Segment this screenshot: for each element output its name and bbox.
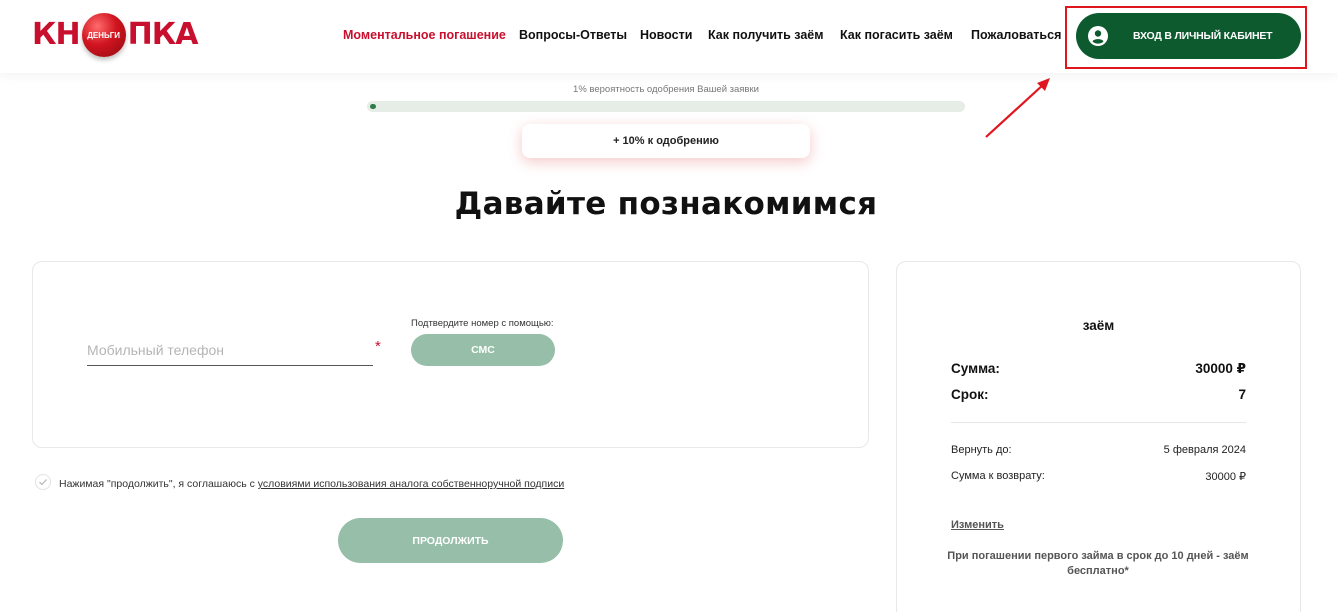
annotation-arrow-icon bbox=[985, 78, 1050, 138]
continue-button[interactable]: ПРОДОЛЖИТЬ bbox=[338, 518, 563, 563]
return-by-value: 5 февраля 2024 bbox=[1163, 444, 1246, 456]
required-mark: * bbox=[375, 338, 381, 355]
user-circle-icon bbox=[1088, 26, 1108, 46]
approval-progress-bar bbox=[367, 101, 965, 112]
nav-faq[interactable]: Вопросы-Ответы bbox=[519, 28, 627, 42]
term-label: Срок: bbox=[951, 387, 989, 402]
summary-return-date-row: Вернуть до: 5 февраля 2024 bbox=[951, 444, 1246, 456]
phone-input[interactable] bbox=[87, 336, 373, 364]
approval-bonus-card: + 10% к одобрению bbox=[522, 124, 810, 158]
change-loan-link[interactable]: Изменить bbox=[951, 519, 1004, 531]
agree-text: Нажимая "продолжить", я соглашаюсь с усл… bbox=[59, 478, 564, 490]
amount-value: 30000 ₽ bbox=[1195, 361, 1246, 376]
approval-progress-fill bbox=[370, 104, 376, 109]
agree-checkbox[interactable] bbox=[35, 474, 51, 490]
sms-button[interactable]: СМС bbox=[411, 334, 555, 366]
return-sum-value: 30000 ₽ bbox=[1205, 471, 1246, 483]
summary-amount-row: Сумма: 30000 ₽ bbox=[951, 361, 1246, 377]
page-title: Давайте познакомимся bbox=[454, 186, 878, 222]
nav-instant-repayment[interactable]: Моментальное погашение bbox=[343, 28, 506, 42]
summary-divider bbox=[951, 422, 1246, 423]
promo-text: При погашении первого займа в срок до 10… bbox=[947, 550, 1249, 578]
logo-ball: ДЕНЬГИ bbox=[81, 13, 126, 57]
agree-text-prefix: Нажимая "продолжить", я соглашаюсь с bbox=[59, 478, 258, 490]
amount-label: Сумма: bbox=[951, 361, 1000, 376]
summary-return-sum-row: Сумма к возврату: 30000 ₽ bbox=[951, 470, 1246, 483]
summary-title: заём bbox=[1082, 318, 1115, 333]
nav-news[interactable]: Новости bbox=[640, 28, 692, 42]
summary-term-row: Срок: 7 bbox=[951, 387, 1246, 402]
brand-logo[interactable]: КН ДЕНЬГИ ПКА bbox=[32, 13, 198, 57]
login-button[interactable]: ВХОД В ЛИЧНЫЙ КАБИНЕТ bbox=[1076, 13, 1301, 59]
return-by-label: Вернуть до: bbox=[951, 444, 1012, 456]
logo-text-left: КН bbox=[32, 17, 81, 52]
check-icon bbox=[39, 479, 47, 486]
logo-text-right: ПКА bbox=[127, 17, 199, 52]
logo-ball-text: ДЕНЬГИ bbox=[87, 30, 121, 40]
nav-how-to-repay[interactable]: Как погасить заём bbox=[840, 28, 953, 42]
confirm-method-label: Подтвердите номер с помощью: bbox=[411, 318, 554, 329]
term-value: 7 bbox=[1238, 387, 1246, 402]
agree-terms-link[interactable]: условиями использования аналога собствен… bbox=[258, 478, 564, 490]
phone-field bbox=[87, 336, 373, 366]
nav-complain[interactable]: Пожаловаться bbox=[971, 28, 1061, 42]
nav-how-to-get-loan[interactable]: Как получить заём bbox=[708, 28, 824, 42]
login-button-label: ВХОД В ЛИЧНЫЙ КАБИНЕТ bbox=[1133, 30, 1273, 42]
approval-probability-caption: 1% вероятность одобрения Вашей заявки bbox=[573, 84, 759, 95]
return-sum-label: Сумма к возврату: bbox=[951, 470, 1045, 482]
